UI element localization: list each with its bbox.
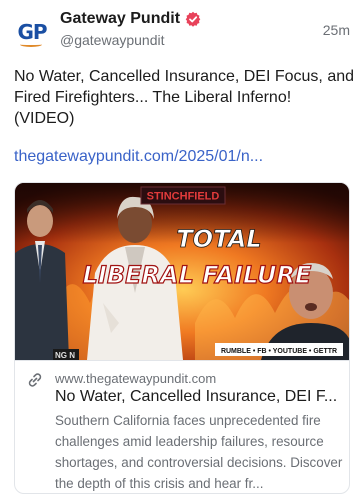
link-icon [28,373,42,387]
link-preview-card[interactable]: STINCHFIELD TOTAL LIBERAL FAILURE RUMBLE… [14,182,350,494]
author-name-row: Gateway Pundit [60,10,201,28]
avatar-swoosh [20,42,42,47]
thumbnail-image: STINCHFIELD TOTAL LIBERAL FAILURE RUMBLE… [15,183,349,360]
thumbnail-headline-line1: TOTAL [176,225,261,253]
thumbnail-platforms: RUMBLE • FB • YOUTUBE • GETTR [221,348,337,355]
post-timestamp[interactable]: 25m [323,22,350,38]
author-handle[interactable]: @gatewaypundit [60,32,165,48]
post-link[interactable]: thegatewaypundit.com/2025/01/n... [14,148,263,166]
post-header: GP Gateway Pundit @gatewaypundit 25m [14,8,350,52]
card-description: Southern California faces unprecedented … [55,413,343,491]
card-thumbnail[interactable]: STINCHFIELD TOTAL LIBERAL FAILURE RUMBLE… [15,183,349,360]
author-display-name[interactable]: Gateway Pundit [60,10,180,28]
avatar-logo-text: GP [17,20,47,44]
thumbnail-corner-text: NG N [55,351,75,360]
post-text: No Water, Cancelled Insurance, DEI Focus… [14,68,355,127]
card-domain: www.thegatewaypundit.com [55,371,217,386]
card-title[interactable]: No Water, Cancelled Insurance, DEI F... [55,388,341,406]
verified-badge-icon [185,11,201,27]
card-meta[interactable]: www.thegatewaypundit.com No Water, Cance… [15,360,349,493]
avatar[interactable]: GP [14,14,50,50]
thumbnail-brand: STINCHFIELD [147,191,220,203]
thumbnail-headline-line2: LIBERAL FAILURE [83,261,312,289]
